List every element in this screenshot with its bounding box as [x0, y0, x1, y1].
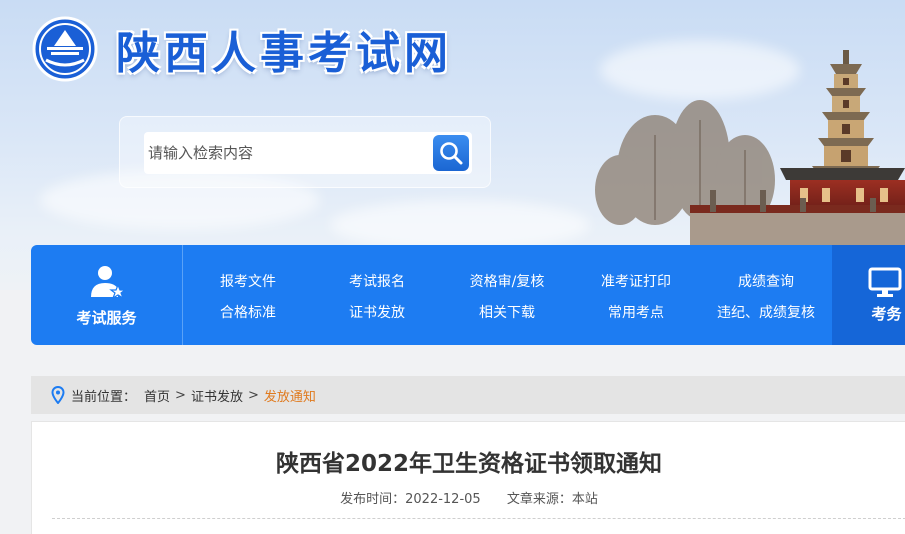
nav-link-score-query[interactable]: 成绩查询 — [738, 271, 794, 291]
exam-affairs-label: 考务 — [871, 304, 902, 323]
search-button[interactable] — [433, 135, 469, 171]
search-field-wrapper — [144, 132, 472, 174]
user-star-icon — [90, 265, 126, 299]
nav-link-registration-docs[interactable]: 报考文件 — [220, 271, 276, 291]
exam-service-tab[interactable]: 考试服务 — [31, 245, 183, 345]
breadcrumb: 当前位置： 首页 > 证书发放 > 发放通知 — [31, 376, 905, 414]
exam-affairs-tab[interactable]: 考务 — [832, 245, 905, 345]
nav-links: 报考文件 考试报名 资格审/复核 准考证打印 成绩查询 合格标准 证书发放 相关… — [183, 245, 830, 345]
nav-link-pass-standard[interactable]: 合格标准 — [220, 302, 276, 322]
article-divider — [52, 518, 905, 519]
location-pin-icon — [51, 386, 65, 404]
article-meta: 发布时间：2022-12-05 文章来源：本站 — [32, 488, 905, 507]
main-nav: 考试服务 报考文件 考试报名 资格审/复核 准考证打印 成绩查询 合格标准 证书… — [31, 245, 905, 345]
breadcrumb-separator: > — [175, 387, 186, 403]
nav-link-violation-review[interactable]: 违纪、成绩复核 — [717, 302, 815, 322]
search-input[interactable] — [144, 132, 433, 174]
breadcrumb-current[interactable]: 发放通知 — [264, 386, 316, 405]
article-panel: 陕西省2022年卫生资格证书领取通知 发布时间：2022-12-05 文章来源：… — [31, 421, 905, 534]
breadcrumb-home[interactable]: 首页 — [144, 386, 170, 405]
breadcrumb-separator: > — [247, 387, 259, 403]
nav-link-certificate-issue[interactable]: 证书发放 — [349, 302, 405, 322]
article-source: 文章来源：本站 — [506, 492, 598, 507]
exam-service-label: 考试服务 — [76, 308, 137, 327]
article-title: 陕西省2022年卫生资格证书领取通知 — [275, 451, 662, 477]
breadcrumb-certificate-issue[interactable]: 证书发放 — [191, 386, 243, 405]
nav-link-exam-signup[interactable]: 考试报名 — [349, 271, 405, 291]
pagoda-scenery-image — [595, 50, 905, 250]
logo-icon — [32, 16, 98, 82]
nav-link-downloads[interactable]: 相关下载 — [479, 302, 535, 322]
monitor-icon — [868, 267, 901, 297]
search-panel — [119, 116, 491, 188]
publish-time: 发布时间：2022-12-05 — [340, 492, 481, 507]
nav-link-admission-ticket[interactable]: 准考证打印 — [601, 271, 671, 291]
nav-link-qualification-review[interactable]: 资格审/复核 — [470, 271, 545, 291]
nav-link-exam-sites[interactable]: 常用考点 — [608, 302, 664, 322]
site-title[interactable]: 陕西人事考试网 — [116, 17, 452, 81]
breadcrumb-prefix: 当前位置： — [71, 389, 137, 405]
search-icon — [440, 142, 463, 165]
